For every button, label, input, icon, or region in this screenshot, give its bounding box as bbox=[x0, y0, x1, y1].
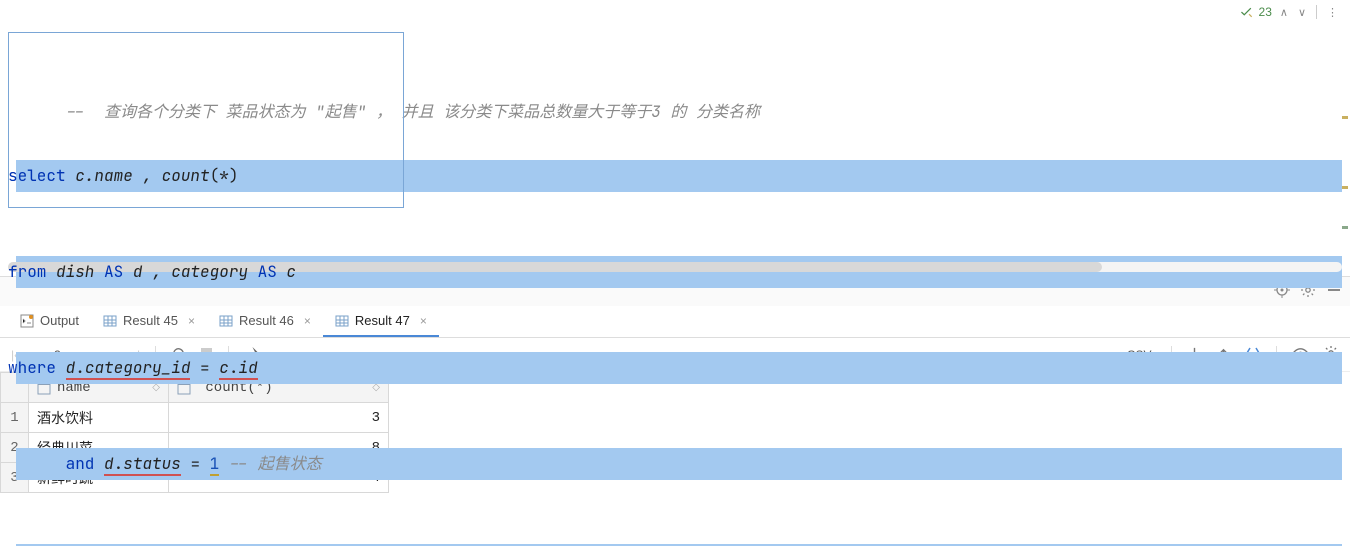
comment-text: -- 查询各个分类下 菜品状态为 "起售" ， 并且 该分类下菜品总数量大于等于… bbox=[66, 101, 760, 122]
code-line: -- 查询各个分类下 菜品状态为 "起售" ， 并且 该分类下菜品总数量大于等于… bbox=[8, 64, 1350, 96]
sql-editor[interactable]: 23 ∧ ∨ ⋮ -- 查询各个分类下 菜品状态为 "起售" ， 并且 该分类下… bbox=[0, 0, 1350, 276]
marker-stripe bbox=[1342, 26, 1348, 256]
code-area[interactable]: -- 查询各个分类下 菜品状态为 "起售" ， 并且 该分类下菜品总数量大于等于… bbox=[0, 0, 1350, 546]
divider bbox=[1316, 5, 1317, 19]
editor-more-icon[interactable]: ⋮ bbox=[1325, 6, 1340, 19]
editor-status-bar: 23 ∧ ∨ ⋮ bbox=[1239, 0, 1350, 24]
problems-count: 23 bbox=[1259, 5, 1272, 19]
prev-problem[interactable]: ∧ bbox=[1278, 6, 1290, 19]
next-problem[interactable]: ∨ bbox=[1296, 6, 1308, 19]
check-icon bbox=[1239, 5, 1253, 19]
